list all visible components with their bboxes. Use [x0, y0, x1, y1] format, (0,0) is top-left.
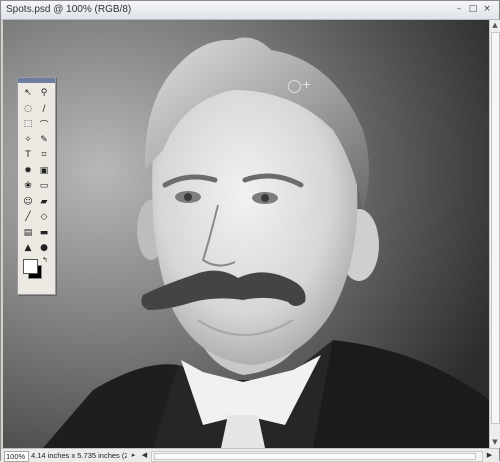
- polygon-lasso-tool-icon[interactable]: ⌒: [38, 118, 50, 131]
- close-icon[interactable]: ×: [481, 4, 493, 15]
- status-bar: 100% 4.14 inches x 5.735 inches (200 ppi…: [1, 448, 499, 462]
- scroll-down-icon[interactable]: ▼: [490, 437, 500, 447]
- swap-colors-icon[interactable]: ↰: [42, 256, 48, 264]
- title-bar[interactable]: Spots.psd @ 100% (RGB/8) – □ ×: [1, 1, 499, 20]
- window-title: Spots.psd @ 100% (RGB/8): [6, 4, 132, 15]
- move-tool-icon[interactable]: ↖: [22, 87, 34, 99]
- horizontal-scroll-thumb[interactable]: [154, 453, 476, 460]
- sponge-tool-icon[interactable]: ❀: [22, 180, 34, 192]
- marquee-tool-icon[interactable]: ⬚: [22, 118, 34, 130]
- gradient-tool-icon[interactable]: ▤: [22, 227, 34, 239]
- maximize-icon[interactable]: □: [467, 4, 479, 15]
- tools-panel[interactable]: ↖ ⚲ ◌ ∕ ⬚ ⌒ ✧ ✎ T ⌗ ✹ ▣ ❀ ▭ ☺ ▰ ╱ ◇ ▤ ▬ ▲ ● ↰: [17, 77, 56, 295]
- crosshair-icon: +: [302, 78, 312, 91]
- tools-panel-grip[interactable]: [18, 78, 55, 83]
- zoom-tool-icon[interactable]: ⚲: [38, 87, 50, 99]
- image-canvas[interactable]: + ↖ ⚲ ◌ ∕ ⬚ ⌒ ✧ ✎ T ⌗ ✹ ▣ ❀ ▭ ☺ ▰ ╱ ◇ ▤ ▬ ▲ ● ↰: [3, 20, 489, 448]
- bandage-tool-icon[interactable]: ▭: [38, 180, 50, 192]
- magic-wand-tool-icon[interactable]: ✧: [22, 134, 34, 146]
- scroll-left-icon[interactable]: ◀: [140, 450, 149, 461]
- scroll-right-icon[interactable]: ▶: [485, 450, 494, 461]
- vertical-scroll-thumb[interactable]: [491, 32, 500, 424]
- vertical-scrollbar[interactable]: ▲ ▼: [489, 20, 500, 448]
- healing-brush-tool-icon[interactable]: ✹: [22, 165, 34, 177]
- minimize-icon[interactable]: –: [453, 4, 465, 15]
- blur-tool-icon[interactable]: ▲: [22, 242, 34, 254]
- eraser-tool-icon[interactable]: ▰: [38, 196, 50, 208]
- document-info: 4.14 inches x 5.735 inches (200 ppi): [31, 451, 127, 460]
- stamp-tool-icon[interactable]: ▣: [38, 165, 50, 177]
- document-window: Spots.psd @ 100% (RGB/8) – □ × + ↖ ⚲ ◌ ∕…: [0, 0, 500, 462]
- pencil-tool-icon[interactable]: ✎: [38, 134, 50, 146]
- horizontal-scrollbar[interactable]: [151, 451, 483, 462]
- lasso-tool-icon[interactable]: ◌: [22, 103, 34, 115]
- eyedropper-tool-icon[interactable]: ∕: [38, 103, 50, 115]
- status-menu-icon[interactable]: ▸: [129, 450, 138, 461]
- portrait-photo: [3, 20, 489, 448]
- type-tool-icon[interactable]: T: [22, 149, 34, 161]
- zoom-field[interactable]: 100%: [4, 451, 29, 462]
- dodge-tool-icon[interactable]: ●: [38, 242, 50, 254]
- brush-cursor-icon: [288, 80, 301, 93]
- shape-tool-icon[interactable]: ▬: [38, 227, 50, 239]
- brush-tool-icon[interactable]: ╱: [22, 211, 34, 223]
- scroll-up-icon[interactable]: ▲: [490, 20, 500, 30]
- foreground-color-swatch[interactable]: [23, 259, 38, 274]
- paint-bucket-tool-icon[interactable]: ◇: [38, 211, 50, 223]
- portrait-tool-icon[interactable]: ☺: [22, 196, 34, 208]
- crop-tool-icon[interactable]: ⌗: [38, 149, 50, 161]
